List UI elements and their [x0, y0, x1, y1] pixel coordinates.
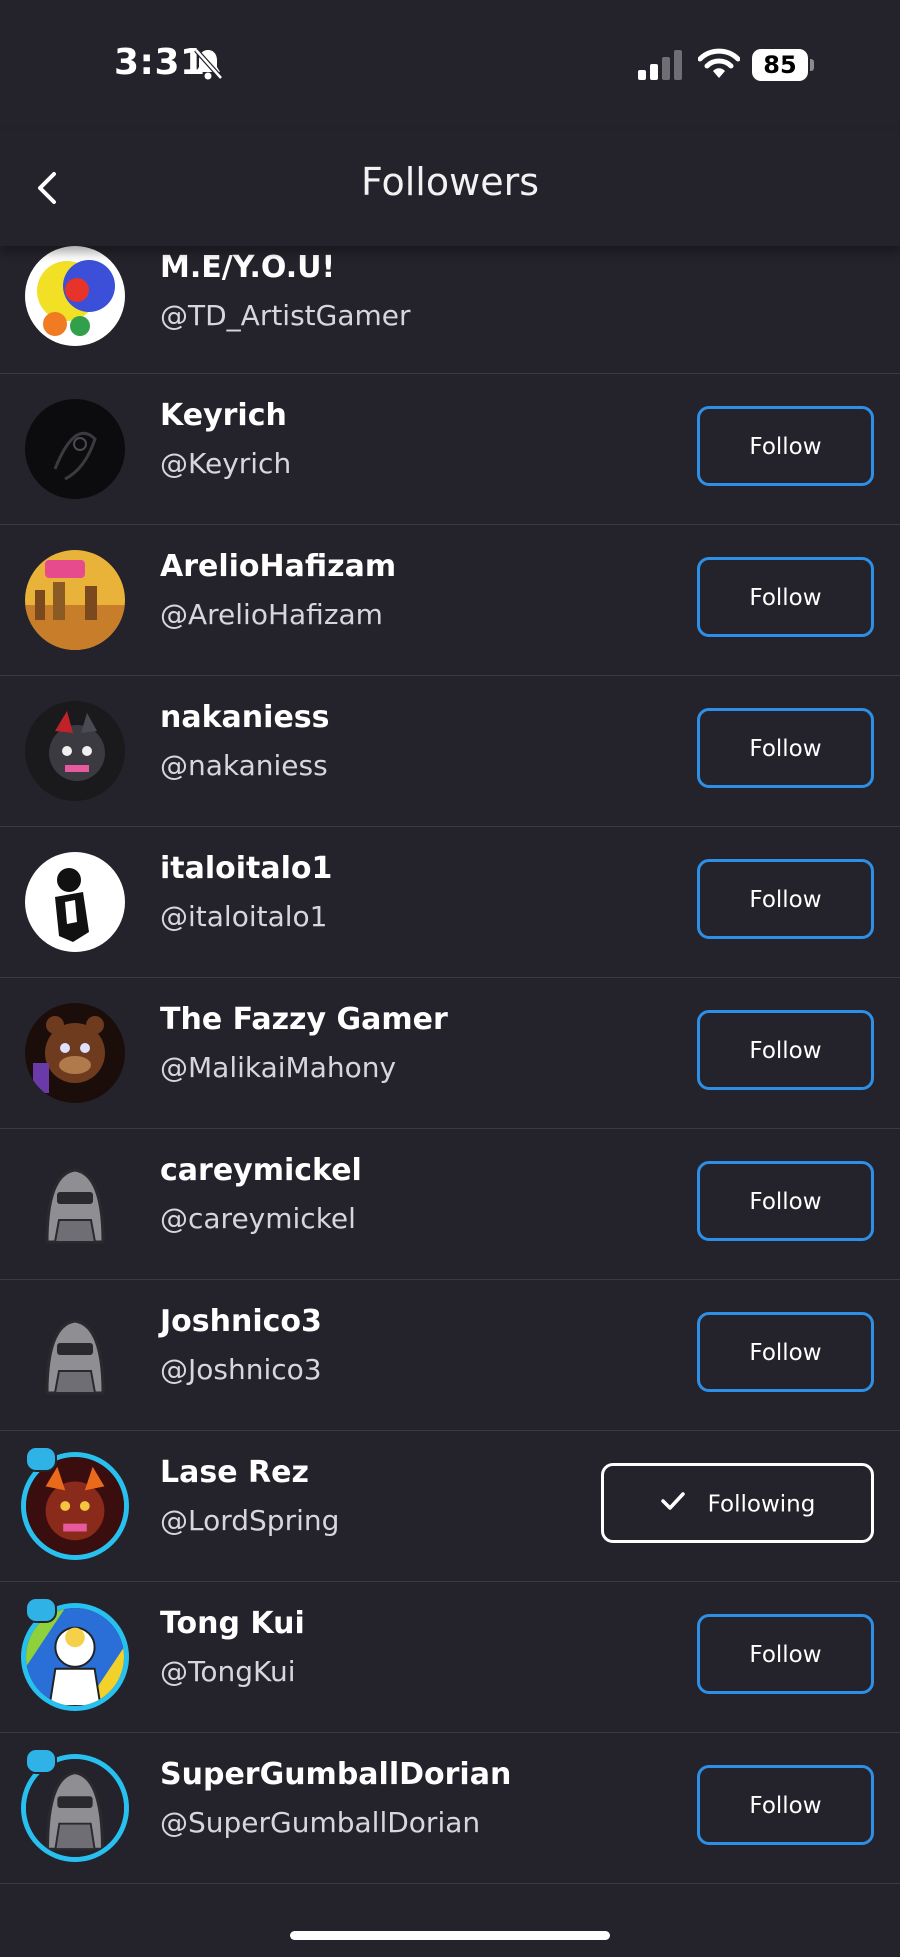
- home-indicator[interactable]: [290, 1931, 610, 1940]
- follower-handle: @nakaniess: [160, 749, 328, 782]
- list-item[interactable]: SuperGumballDorian @SuperGumballDorian F…: [0, 1733, 900, 1884]
- wifi-icon: [697, 48, 741, 84]
- list-item[interactable]: M.E/Y.O.U! @TD_ArtistGamer: [0, 246, 900, 374]
- follower-name[interactable]: Joshnico3: [160, 1304, 322, 1339]
- follower-name[interactable]: Keyrich: [160, 398, 287, 433]
- checkmark-icon: [660, 1467, 686, 1543]
- follower-name[interactable]: ArelioHafizam: [160, 549, 396, 584]
- follow-button[interactable]: Follow: [697, 406, 874, 486]
- followers-list[interactable]: M.E/Y.O.U! @TD_ArtistGamer Keyrich @Keyr…: [0, 246, 900, 1884]
- creator-badge-icon: [25, 1748, 57, 1774]
- follow-button[interactable]: Follow: [697, 1312, 874, 1392]
- nav-header: Followers: [0, 130, 900, 246]
- follow-button[interactable]: Follow: [697, 859, 874, 939]
- follow-button[interactable]: Follow: [697, 557, 874, 637]
- cellular-signal-icon: [638, 50, 684, 84]
- status-time: 3:31: [114, 42, 206, 83]
- avatar[interactable]: [25, 701, 125, 801]
- follow-button[interactable]: Follow: [697, 1765, 874, 1845]
- avatar[interactable]: [25, 1305, 125, 1405]
- follower-name[interactable]: careymickel: [160, 1153, 362, 1188]
- follower-name[interactable]: italoitalo1: [160, 851, 332, 886]
- bell-slash-icon: [193, 47, 223, 85]
- avatar[interactable]: [25, 1003, 125, 1103]
- follower-handle: @ArelioHafizam: [160, 598, 383, 631]
- follow-button[interactable]: Follow: [697, 1161, 874, 1241]
- battery-icon: 85: [752, 49, 814, 81]
- page-title: Followers: [361, 160, 539, 204]
- list-item[interactable]: Lase Rez @LordSpring Following: [0, 1431, 900, 1582]
- status-bar: 3:31 85: [0, 0, 900, 130]
- follower-handle: @MalikaiMahony: [160, 1051, 397, 1084]
- follower-name[interactable]: The Fazzy Gamer: [160, 1002, 448, 1037]
- follow-button[interactable]: Follow: [697, 708, 874, 788]
- following-label: Following: [707, 1491, 816, 1518]
- list-item[interactable]: ArelioHafizam @ArelioHafizam Follow: [0, 525, 900, 676]
- list-item[interactable]: The Fazzy Gamer @MalikaiMahony Follow: [0, 978, 900, 1129]
- follower-name[interactable]: nakaniess: [160, 700, 330, 735]
- avatar[interactable]: [25, 550, 125, 650]
- avatar[interactable]: [25, 1154, 125, 1254]
- avatar[interactable]: [25, 246, 125, 346]
- battery-percent: 85: [763, 51, 797, 79]
- follower-name[interactable]: Tong Kui: [160, 1606, 305, 1641]
- creator-badge-icon: [25, 1446, 57, 1472]
- avatar[interactable]: [25, 399, 125, 499]
- list-item[interactable]: Joshnico3 @Joshnico3 Follow: [0, 1280, 900, 1431]
- follower-handle: @Keyrich: [160, 447, 292, 480]
- follower-handle: @SuperGumballDorian: [160, 1806, 481, 1839]
- follower-name[interactable]: SuperGumballDorian: [160, 1757, 511, 1792]
- follower-handle: @TD_ArtistGamer: [160, 299, 411, 332]
- following-button[interactable]: Following: [601, 1463, 874, 1543]
- follower-handle: @careymickel: [160, 1202, 356, 1235]
- follow-button[interactable]: Follow: [697, 1010, 874, 1090]
- follower-name[interactable]: M.E/Y.O.U!: [160, 250, 335, 285]
- follower-handle: @TongKui: [160, 1655, 296, 1688]
- list-item[interactable]: careymickel @careymickel Follow: [0, 1129, 900, 1280]
- follower-handle: @Joshnico3: [160, 1353, 322, 1386]
- list-item[interactable]: nakaniess @nakaniess Follow: [0, 676, 900, 827]
- follow-button[interactable]: Follow: [697, 1614, 874, 1694]
- list-item[interactable]: Keyrich @Keyrich Follow: [0, 374, 900, 525]
- creator-badge-icon: [25, 1597, 57, 1623]
- follower-name[interactable]: Lase Rez: [160, 1455, 309, 1490]
- list-item[interactable]: italoitalo1 @italoitalo1 Follow: [0, 827, 900, 978]
- list-item[interactable]: Tong Kui @TongKui Follow: [0, 1582, 900, 1733]
- follower-handle: @LordSpring: [160, 1504, 340, 1537]
- follower-handle: @italoitalo1: [160, 900, 328, 933]
- avatar[interactable]: [25, 852, 125, 952]
